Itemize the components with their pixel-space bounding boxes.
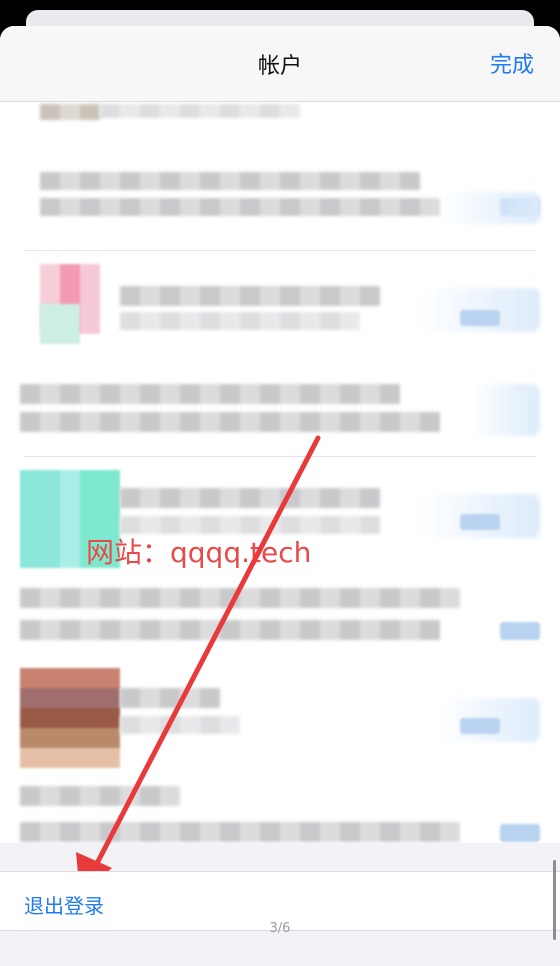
page-indicator: 3/6 bbox=[269, 921, 291, 936]
list-item[interactable] bbox=[0, 578, 560, 658]
list-item[interactable] bbox=[0, 364, 560, 458]
list-item[interactable] bbox=[0, 142, 560, 242]
blurred-badge bbox=[500, 824, 540, 842]
logout-button[interactable]: 退出登录 bbox=[24, 890, 104, 919]
blurred-text bbox=[120, 716, 240, 734]
blurred-text bbox=[40, 172, 420, 190]
blurred-text bbox=[20, 588, 460, 608]
watermark-text: 网站：qqqq.tech bbox=[86, 536, 312, 569]
blurred-text bbox=[20, 786, 180, 806]
blurred-badge bbox=[500, 622, 540, 640]
scrollbar[interactable] bbox=[553, 860, 556, 940]
list-item[interactable] bbox=[0, 102, 560, 124]
blurred-text bbox=[120, 488, 380, 508]
list-item[interactable] bbox=[0, 254, 560, 364]
nav-bar: 帐户 完成 bbox=[0, 26, 560, 102]
list-item[interactable] bbox=[0, 658, 560, 768]
avatar-detail bbox=[40, 304, 80, 344]
blurred-text bbox=[20, 412, 440, 432]
blurred-text bbox=[120, 688, 220, 708]
blurred-badge bbox=[460, 718, 500, 734]
blurred-text bbox=[100, 104, 300, 118]
blurred-badge bbox=[460, 514, 500, 530]
blurred-text bbox=[20, 822, 460, 842]
blurred-action bbox=[470, 384, 540, 436]
blurred-action bbox=[440, 192, 540, 224]
account-list[interactable] bbox=[0, 102, 560, 843]
page-title: 帐户 bbox=[257, 54, 302, 79]
avatar bbox=[20, 668, 120, 768]
blurred-badge bbox=[460, 310, 500, 326]
accounts-sheet: 帐户 完成 网站：qqqq.tech 退出登录 3/6 bbox=[0, 26, 560, 966]
divider bbox=[24, 456, 536, 457]
blurred-avatar bbox=[40, 104, 100, 120]
blurred-text bbox=[120, 286, 380, 306]
done-button[interactable]: 完成 bbox=[490, 47, 534, 79]
blurred-text bbox=[40, 198, 440, 216]
blurred-text bbox=[20, 620, 440, 640]
blurred-text bbox=[120, 312, 360, 330]
divider bbox=[24, 250, 536, 251]
blurred-text bbox=[20, 384, 400, 404]
list-item[interactable] bbox=[0, 778, 560, 843]
